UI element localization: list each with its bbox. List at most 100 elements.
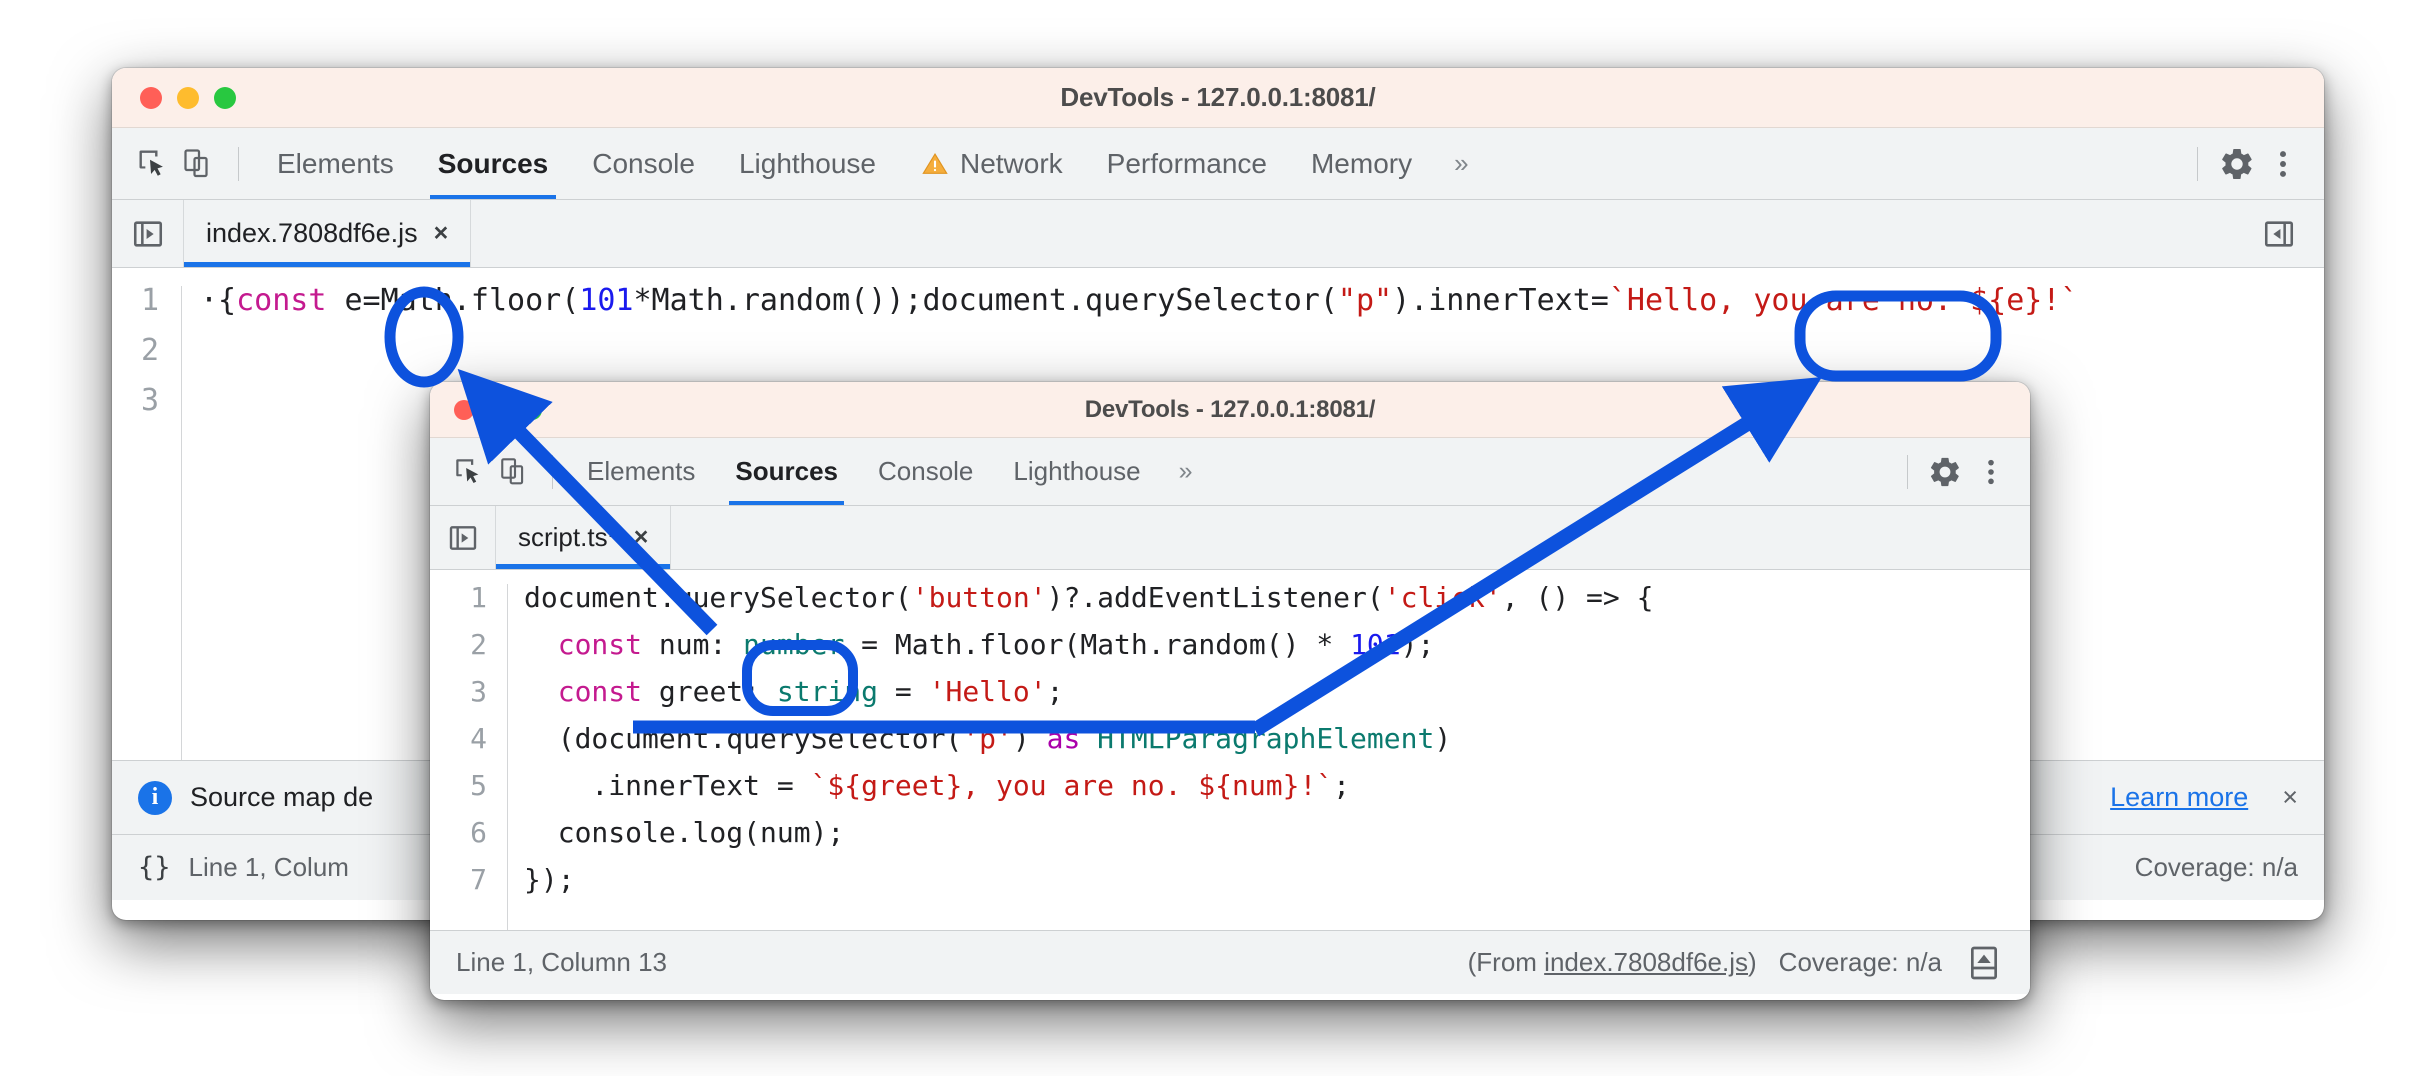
code-token: const — [558, 675, 642, 708]
code-token: ·{ — [200, 286, 236, 318]
more-tabs-chevron-icon[interactable]: » — [1434, 148, 1488, 179]
tab-memory[interactable]: Memory — [1289, 128, 1434, 199]
code-token: )?.addEventListener( — [1047, 584, 1384, 614]
inspect-element-icon[interactable] — [130, 141, 176, 187]
code-token: "p" — [1338, 286, 1392, 318]
line-number: 3 — [430, 678, 487, 725]
source-origin-label: (From index.7808df6e.js) — [1468, 947, 1757, 978]
cursor-position-label: Line 1, Colum — [189, 852, 349, 883]
tab-console[interactable]: Console — [858, 438, 993, 505]
tab-lighthouse[interactable]: Lighthouse — [993, 438, 1160, 505]
inner-traffic-lights[interactable] — [430, 400, 542, 420]
code-token — [524, 675, 558, 708]
code-token: 'Hello' — [929, 675, 1047, 708]
line-number: 2 — [112, 336, 159, 386]
main-window-titlebar[interactable]: DevTools - 127.0.0.1:8081/ — [112, 68, 2324, 128]
tab-network[interactable]: Network — [898, 128, 1085, 199]
inner-window-titlebar[interactable]: DevTools - 127.0.0.1:8081/ — [430, 382, 2030, 438]
device-toolbar-icon[interactable] — [176, 141, 222, 187]
device-toolbar-icon[interactable] — [492, 449, 538, 495]
show-console-drawer-icon[interactable] — [1964, 943, 2004, 983]
minimize-window-button[interactable] — [177, 87, 199, 109]
from-prefix: (From — [1468, 947, 1545, 977]
maximize-window-button[interactable] — [522, 400, 542, 420]
screenshot-root: DevTools - 127.0.0.1:8081/ Elements — [0, 0, 2436, 1076]
code-token: ) — [1013, 722, 1047, 755]
maximize-window-button[interactable] — [214, 87, 236, 109]
warning-triangle-icon — [920, 150, 950, 178]
minimize-window-button[interactable] — [488, 400, 508, 420]
gear-icon[interactable] — [1922, 449, 1968, 495]
more-tabs-chevron-icon[interactable]: » — [1161, 457, 1211, 486]
tab-memory-label: Memory — [1311, 148, 1412, 180]
toolbar-divider-right — [2197, 147, 2198, 181]
code-line: (document.querySelector('p') as HTMLPara… — [524, 725, 2030, 772]
inner-status-bar: Line 1, Column 13 (From index.7808df6e.j… — [430, 930, 2030, 994]
close-icon[interactable]: × — [634, 523, 649, 552]
close-icon[interactable]: × — [434, 219, 449, 248]
line-number: 6 — [430, 819, 487, 866]
main-traffic-lights[interactable] — [112, 87, 236, 109]
code-token: document.querySelector( — [524, 584, 912, 614]
inner-code-editor[interactable]: 1234567 document.querySelector('button')… — [430, 570, 2030, 930]
show-navigator-icon[interactable] — [112, 200, 184, 267]
close-icon[interactable]: × — [2266, 782, 2298, 813]
file-tab-label: script.ts* — [518, 522, 618, 553]
close-window-button[interactable] — [454, 400, 474, 420]
gear-icon[interactable] — [2214, 141, 2260, 187]
tab-network-label: Network — [960, 148, 1063, 180]
main-window-title: DevTools - 127.0.0.1:8081/ — [112, 82, 2324, 113]
tab-elements[interactable]: Elements — [255, 128, 416, 199]
tab-lighthouse[interactable]: Lighthouse — [717, 128, 898, 199]
code-token: string — [777, 675, 878, 708]
show-debugger-sidebar-icon[interactable] — [2256, 211, 2302, 257]
code-token: number — [743, 628, 844, 661]
code-token: .innerText = — [524, 769, 811, 802]
main-filestrip-right — [2256, 200, 2324, 267]
code-token: as — [1047, 722, 1081, 755]
tab-elements[interactable]: Elements — [567, 438, 715, 505]
inner-toolbar-right-controls — [1893, 449, 2014, 495]
inspect-element-icon[interactable] — [446, 449, 492, 495]
code-token: , () => { — [1502, 584, 1654, 614]
tab-performance-label: Performance — [1107, 148, 1267, 180]
source-file-link[interactable]: index.7808df6e.js — [1544, 947, 1748, 977]
inner-devtools-toolbar: Elements Sources Console Lighthouse » — [430, 438, 2030, 506]
code-token: `Hello, you are no. ${e}!` — [1609, 286, 2079, 318]
show-navigator-icon[interactable] — [430, 506, 496, 569]
line-number: 5 — [430, 772, 487, 819]
three-dots-vertical-icon[interactable] — [1968, 449, 2014, 495]
code-token: (document.querySelector( — [524, 722, 962, 755]
close-window-button[interactable] — [140, 87, 162, 109]
cursor-position-label: Line 1, Column 13 — [456, 947, 667, 978]
code-token: HTMLParagraphElement — [1097, 722, 1434, 755]
code-token: 'click' — [1384, 584, 1502, 614]
info-bar-message: Source map de — [190, 782, 373, 813]
tab-sources[interactable]: Sources — [715, 438, 858, 505]
code-token: *Math.random());document.querySelector( — [634, 286, 1338, 318]
file-tab-index-js[interactable]: index.7808df6e.js × — [184, 200, 471, 267]
code-token: `${greet}, you are no. ${num}!` — [811, 769, 1334, 802]
line-number: 1 — [112, 286, 159, 336]
code-token: e=Math.floor( — [326, 286, 579, 318]
toolbar-divider-right — [1907, 455, 1908, 489]
tab-performance[interactable]: Performance — [1085, 128, 1289, 199]
file-tab-script-ts[interactable]: script.ts* × — [496, 506, 671, 569]
line-number: 1 — [430, 584, 487, 631]
tab-console-label: Console — [592, 148, 695, 180]
inner-editor-code[interactable]: document.querySelector('button')?.addEve… — [508, 584, 2030, 930]
inner-panel-tabs: Elements Sources Console Lighthouse » — [567, 438, 1211, 505]
inner-editor-gutter: 1234567 — [430, 584, 508, 930]
tab-sources[interactable]: Sources — [416, 128, 571, 199]
code-line: .innerText = `${greet}, you are no. ${nu… — [524, 772, 2030, 819]
main-panel-tabs: Elements Sources Console Lighthouse — [255, 128, 1489, 199]
coverage-label: Coverage: n/a — [2135, 852, 2298, 883]
code-token: ).innerText= — [1392, 286, 1609, 318]
pretty-print-icon[interactable]: {} — [138, 852, 171, 883]
learn-more-link[interactable]: Learn more — [2110, 782, 2248, 813]
tab-console[interactable]: Console — [570, 128, 717, 199]
code-line: console.log(num); — [524, 819, 2030, 866]
three-dots-vertical-icon[interactable] — [2260, 141, 2306, 187]
code-token — [1080, 722, 1097, 755]
code-token: 'p' — [962, 722, 1013, 755]
